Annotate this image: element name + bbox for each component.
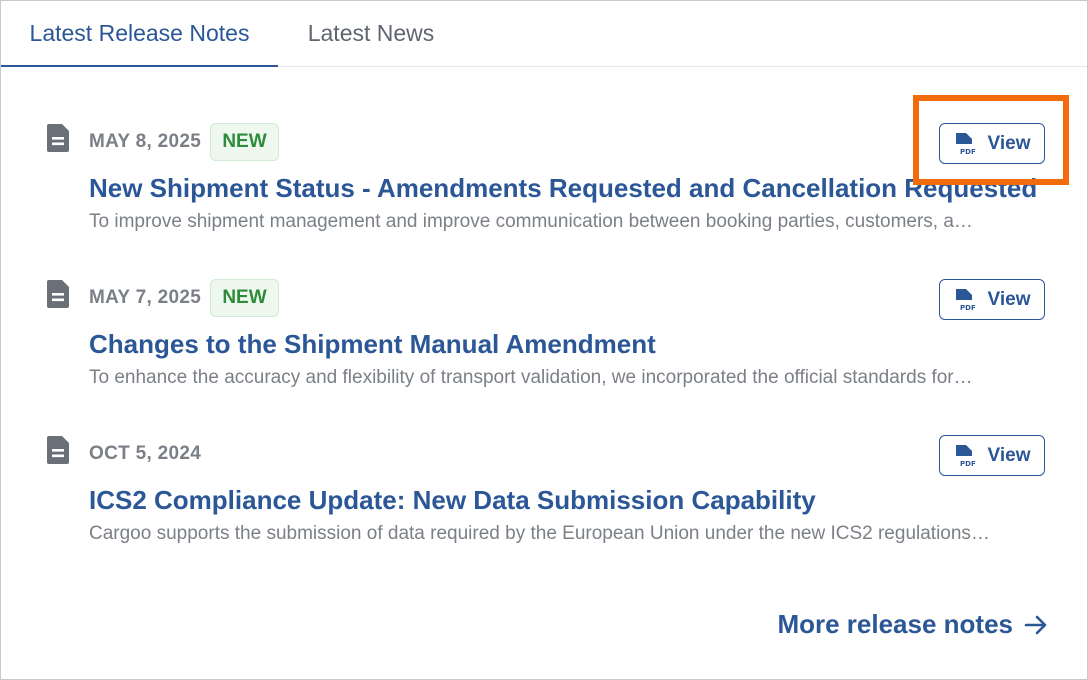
release-note-item: MAY 7, 2025 NEW PDF View Changes to the … [1, 279, 1087, 409]
release-description: To improve shipment management and impro… [89, 211, 973, 232]
pdf-icon: PDF [955, 132, 976, 156]
pdf-icon: PDF [955, 288, 976, 312]
view-pdf-button[interactable]: PDF View [939, 123, 1045, 164]
tab-label: Latest News [307, 20, 435, 46]
svg-text:PDF: PDF [960, 304, 976, 312]
release-date: OCT 5, 2024 [89, 443, 202, 464]
release-description: To enhance the accuracy and flexibility … [89, 367, 973, 388]
tab-bar: Latest Release Notes Latest News [1, 1, 1087, 67]
tab-label: Latest Release Notes [29, 20, 250, 46]
view-label: View [987, 132, 1031, 154]
tab-latest-news[interactable]: Latest News [286, 1, 456, 66]
release-description: Cargoo supports the submission of data r… [89, 523, 990, 544]
view-pdf-button[interactable]: PDF View [939, 435, 1045, 476]
tab-latest-release-notes[interactable]: Latest Release Notes [1, 1, 278, 67]
release-notes-panel: Latest Release Notes Latest News MAY 8, … [0, 0, 1088, 680]
release-date: MAY 7, 2025 [89, 287, 202, 308]
pdf-icon: PDF [955, 444, 976, 468]
release-note-item: OCT 5, 2024 PDF View ICS2 Compliance Upd… [1, 435, 1087, 565]
release-title[interactable]: ICS2 Compliance Update: New Data Submiss… [89, 485, 1047, 516]
view-label: View [987, 288, 1031, 310]
release-date: MAY 8, 2025 [89, 131, 202, 152]
release-note-item: MAY 8, 2025 NEW PDF View New Shipment St… [1, 123, 1087, 253]
svg-text:PDF: PDF [960, 148, 976, 156]
document-icon [47, 124, 69, 152]
more-release-notes-link[interactable]: More release notes [777, 609, 1049, 640]
new-badge: NEW [210, 123, 279, 161]
arrow-right-icon [1024, 615, 1047, 634]
release-title[interactable]: New Shipment Status - Amendments Request… [89, 173, 1047, 204]
document-icon [47, 436, 69, 464]
release-title[interactable]: Changes to the Shipment Manual Amendment [89, 329, 1047, 360]
new-badge: NEW [210, 279, 279, 317]
view-pdf-button[interactable]: PDF View [939, 279, 1045, 320]
svg-text:PDF: PDF [960, 460, 976, 468]
view-label: View [987, 444, 1031, 466]
document-icon [47, 280, 69, 308]
more-link-label: More release notes [777, 609, 1013, 639]
